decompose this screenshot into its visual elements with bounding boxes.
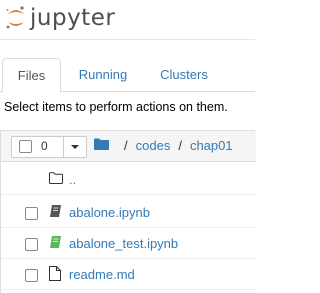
select-all-group: 0 (11, 136, 87, 158)
parent-directory-link[interactable]: .. (69, 172, 76, 187)
breadcrumb-separator: / (124, 138, 128, 153)
breadcrumb-separator: / (178, 138, 182, 153)
tab-bar: Files Running Clusters (0, 58, 255, 93)
file-link[interactable]: readme.md (69, 267, 135, 282)
instructions-text: Select items to perform actions on them. (4, 100, 228, 114)
list-item[interactable]: abalone.ipynb (1, 198, 256, 228)
list-item[interactable]: .. (1, 165, 256, 195)
file-icon (49, 266, 61, 286)
item-checkbox[interactable] (25, 207, 38, 220)
notebook-icon (49, 235, 63, 254)
breadcrumb-chap01[interactable]: chap01 (190, 138, 233, 153)
item-checkbox[interactable] (25, 269, 38, 282)
jupyter-logo[interactable]: jupyter (5, 4, 115, 32)
tab-clusters[interactable]: Clusters (146, 58, 222, 92)
select-dropdown-button[interactable] (64, 137, 86, 157)
select-all-button[interactable]: 0 (12, 137, 64, 157)
file-link[interactable]: abalone_test.ipynb (69, 236, 178, 251)
list-header: 0 / codes / chap01 (1, 131, 256, 162)
logo-text: jupyter (30, 5, 116, 31)
breadcrumb: / codes / chap01 (94, 138, 233, 153)
folder-outline-icon (49, 171, 63, 189)
list-item[interactable]: readme.md (1, 260, 256, 290)
list-item[interactable]: abalone_test.ipynb (1, 229, 256, 259)
file-list: 0 / codes / chap01 .. abalone.ipynb abal… (0, 130, 256, 293)
item-checkbox[interactable] (25, 238, 38, 251)
select-all-checkbox[interactable] (19, 140, 32, 153)
header: jupyter (0, 0, 255, 40)
notebook-icon (49, 204, 63, 223)
folder-icon[interactable] (94, 138, 109, 153)
file-link[interactable]: abalone.ipynb (69, 205, 150, 220)
jupyter-logo-icon (6, 6, 24, 29)
tab-running[interactable]: Running (66, 58, 140, 92)
tab-files[interactable]: Files (2, 58, 61, 93)
caret-down-icon (71, 145, 79, 149)
breadcrumb-codes[interactable]: codes (136, 138, 171, 153)
selected-count: 0 (41, 139, 48, 153)
